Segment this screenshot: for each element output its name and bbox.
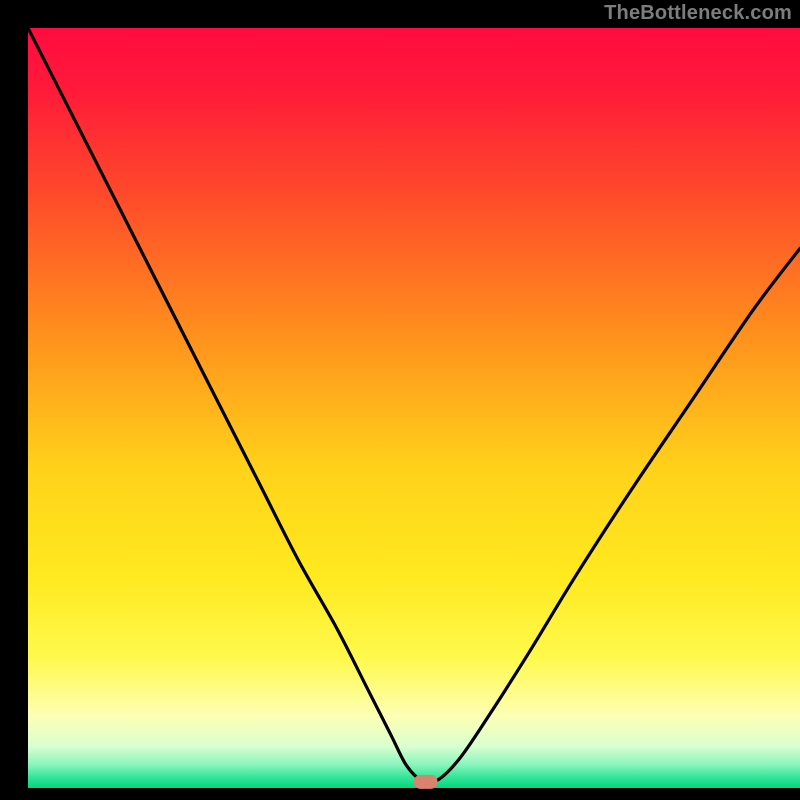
bottleneck-chart	[0, 0, 800, 800]
plot-area	[28, 28, 800, 788]
optimal-marker	[414, 775, 438, 789]
watermark-text: TheBottleneck.com	[604, 2, 792, 25]
chart-stage: TheBottleneck.com	[0, 0, 800, 800]
